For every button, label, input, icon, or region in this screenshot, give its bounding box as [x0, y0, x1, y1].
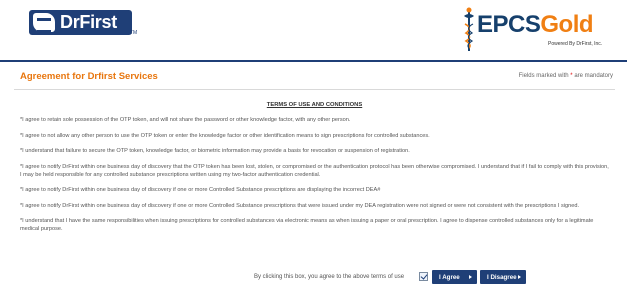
header: DrFirst TM EPCSGold Powered By DrFirst, …: [0, 0, 627, 62]
disagree-button-label: I Disagree: [487, 273, 517, 281]
mandatory-suffix: are mandatory: [574, 73, 613, 79]
terms-content: TERMS OF USE AND CONDITIONS *I agree to …: [14, 92, 615, 268]
page-title: Agreement for Drfirst Services: [20, 71, 158, 82]
term-item: *I agree to retain sole possession of th…: [20, 117, 351, 123]
term-item: *I agree to not allow any other person t…: [20, 132, 430, 139]
epcs-gold-logo-text: EPCSGold: [477, 11, 594, 39]
epcs-gold-logo: EPCSGold Powered By DrFirst, Inc.: [462, 6, 612, 54]
required-star: *: [570, 73, 573, 79]
epcs-logo-text-a: EPCS: [477, 11, 541, 38]
agree-button[interactable]: I Agree: [432, 270, 477, 284]
drfirst-logo: DrFirst TM: [29, 10, 138, 40]
disagree-button[interactable]: I Disagree: [480, 270, 526, 284]
title-row: Agreement for Drfirst Services Fields ma…: [14, 62, 615, 90]
page: DrFirst TM EPCSGold Powered By DrFirst, …: [0, 0, 627, 303]
agree-checkbox-label: By clicking this box, you agree to the a…: [254, 274, 405, 280]
term-item: *I agree to notify DrFirst within one bu…: [20, 202, 580, 209]
mandatory-note: Fields marked with * are mandatory: [519, 73, 613, 79]
epcs-logo-text-b: Gold: [540, 11, 594, 38]
term-item: *I agree to notify DrFirst within one bu…: [20, 187, 381, 193]
agree-checkbox[interactable]: [419, 272, 428, 281]
drfirst-logo-badge: DrFirst: [29, 10, 132, 35]
drfirst-logo-icon: [33, 13, 55, 33]
term-item: *I understand that failure to secure the…: [20, 148, 410, 154]
drfirst-logo-tm: TM: [130, 30, 138, 36]
epcs-logo-subtitle: Powered By DrFirst, Inc.: [548, 41, 603, 47]
caduceus-icon: [464, 7, 474, 51]
arrow-right-icon: [469, 275, 472, 279]
mandatory-prefix: Fields marked with: [518, 73, 569, 79]
terms-heading: TERMS OF USE AND CONDITIONS: [266, 102, 363, 108]
term-item: *I understand that I have the same respo…: [20, 218, 594, 232]
arrow-right-icon: [518, 275, 521, 279]
agree-button-label: I Agree: [439, 273, 460, 281]
term-item: *I agree to notify DrFirst within one bu…: [20, 163, 609, 178]
drfirst-logo-text: DrFirst: [60, 12, 117, 32]
agreement-footer: By clicking this box, you agree to the a…: [14, 268, 615, 290]
